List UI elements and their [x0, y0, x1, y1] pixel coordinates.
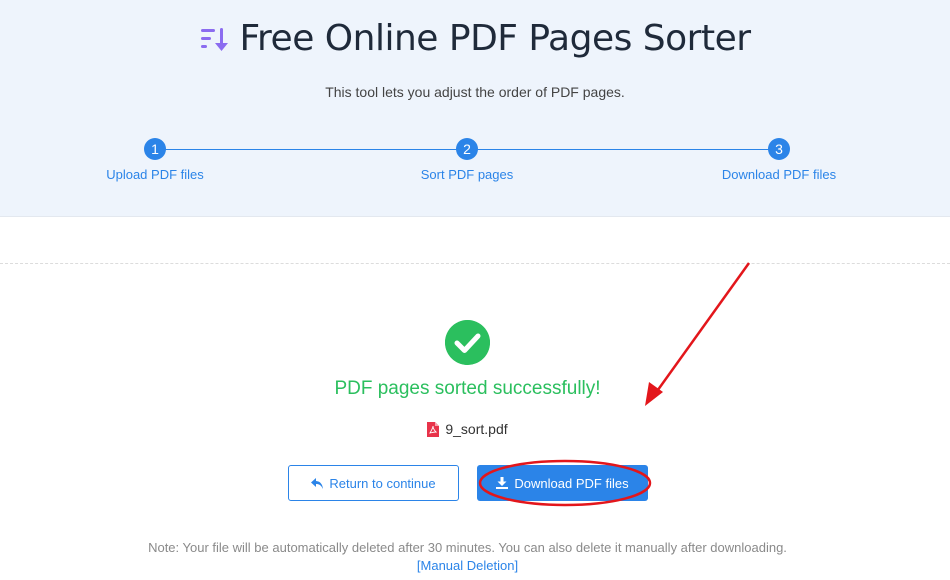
header: Free Online PDF Pages Sorter This tool l… [0, 0, 950, 217]
step-number: 3 [768, 138, 790, 160]
page-title: Free Online PDF Pages Sorter [239, 18, 751, 59]
reply-arrow-icon [311, 477, 324, 489]
file-name: 9_sort.pdf [445, 421, 508, 437]
step-label: Download PDF files [721, 167, 837, 182]
check-circle-icon [445, 320, 490, 365]
step-sort: 2 Sort PDF pages [367, 138, 567, 182]
download-pdf-button[interactable]: Download PDF files [477, 465, 648, 501]
title-row: Free Online PDF Pages Sorter [0, 18, 950, 59]
step-number: 1 [144, 138, 166, 160]
step-number: 2 [456, 138, 478, 160]
annotation-arrow-line [653, 262, 751, 395]
manual-deletion-link[interactable]: [Manual Deletion] [0, 558, 935, 573]
sort-icon [201, 27, 229, 51]
download-button-label: Download PDF files [514, 475, 629, 491]
section-divider [0, 263, 950, 264]
pdf-file-icon [427, 421, 440, 437]
deletion-note: Note: Your file will be automatically de… [148, 540, 787, 555]
download-icon [496, 477, 509, 489]
page-subtitle: This tool lets you adjust the order of P… [325, 84, 625, 100]
step-label: Sort PDF pages [420, 167, 514, 182]
success-message: PDF pages sorted successfully! [334, 378, 601, 399]
return-button-label: Return to continue [329, 475, 436, 491]
step-upload: 1 Upload PDF files [55, 138, 255, 182]
step-label: Upload PDF files [106, 167, 204, 182]
step-download: 3 Download PDF files [679, 138, 879, 182]
result-file: 9_sort.pdf [0, 421, 935, 437]
return-to-continue-button[interactable]: Return to continue [288, 465, 459, 501]
